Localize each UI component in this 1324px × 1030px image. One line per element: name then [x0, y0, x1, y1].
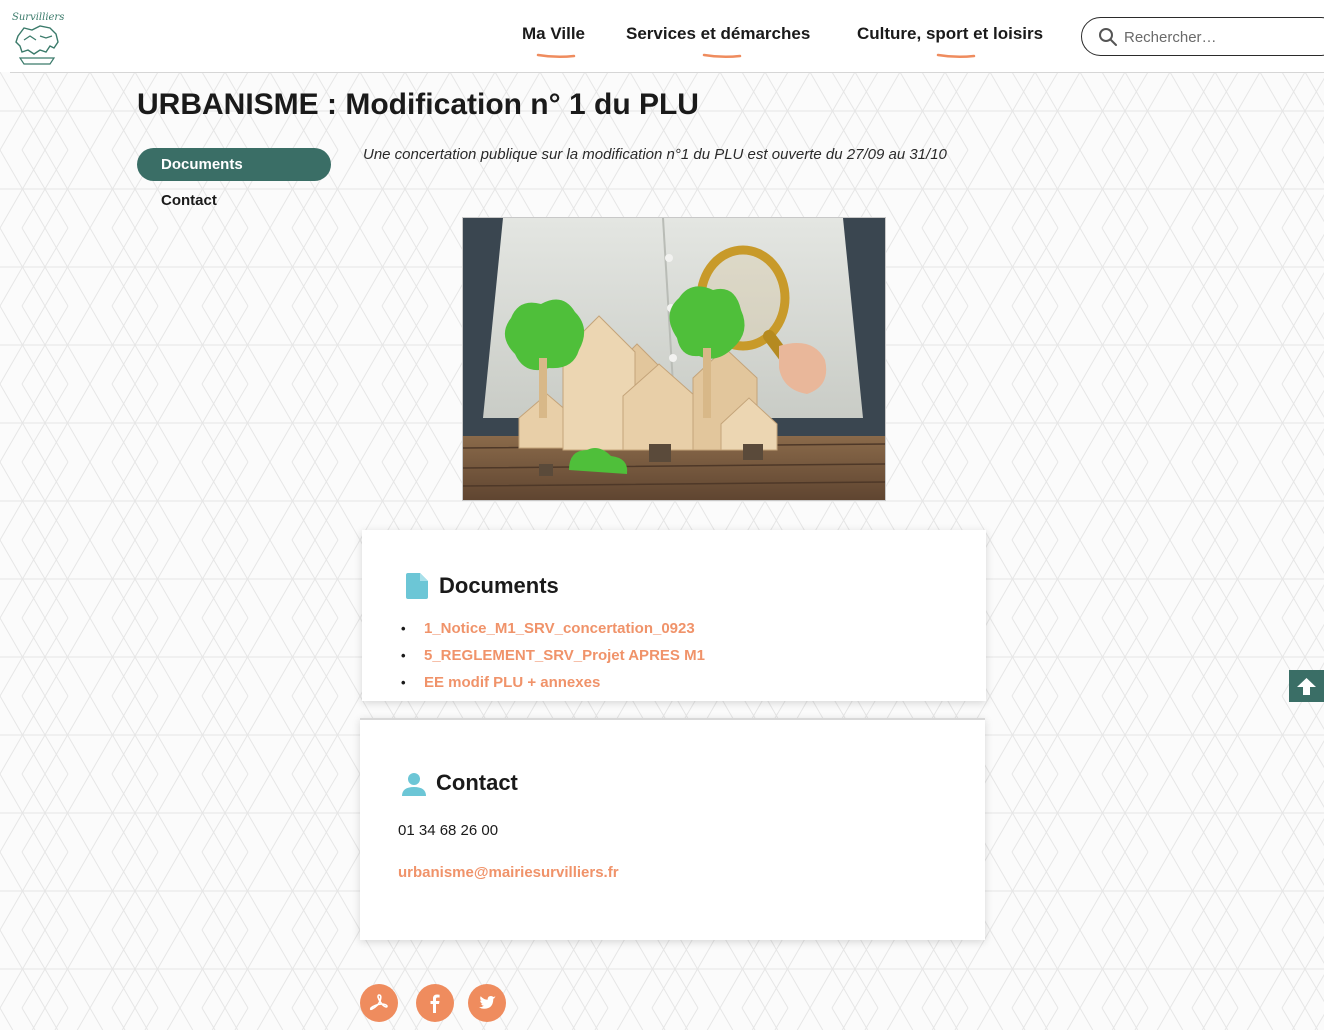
side-nav-label: Documents — [161, 156, 243, 173]
document-icon — [406, 573, 428, 599]
arrow-up-icon — [1297, 678, 1316, 695]
pdf-button[interactable] — [360, 984, 398, 1022]
documents-heading: Documents — [439, 573, 559, 598]
document-link[interactable]: EE modif PLU + annexes — [424, 674, 600, 691]
nav-ma-ville[interactable]: Ma Ville — [522, 24, 585, 44]
list-item: • EE modif PLU + annexes — [398, 673, 705, 700]
list-item: • 5_REGLEMENT_SRV_Projet APRES M1 — [398, 646, 705, 673]
side-nav-contact[interactable]: Contact — [161, 192, 217, 209]
houses-magnifier-illustration — [463, 218, 885, 500]
side-nav-documents[interactable]: Documents — [137, 148, 331, 181]
bullet-icon: • — [401, 621, 406, 636]
svg-text:Survilliers: Survilliers — [12, 12, 64, 23]
nav-culture-sport-loisirs[interactable]: Culture, sport et loisirs — [857, 24, 1043, 44]
search-input[interactable] — [1124, 26, 1314, 48]
person-icon — [402, 773, 426, 796]
facebook-button[interactable] — [416, 984, 454, 1022]
header-divider — [10, 72, 1324, 73]
scroll-to-top-button[interactable] — [1289, 670, 1324, 702]
list-item: • 1_Notice_M1_SRV_concertation_0923 — [398, 619, 705, 646]
nav-underline-decoration — [702, 53, 742, 59]
intro-text: Une concertation publique sur la modific… — [363, 146, 947, 163]
nav-services-demarches[interactable]: Services et démarches — [626, 24, 810, 44]
search-icon — [1099, 28, 1117, 46]
page-title: URBANISME : Modification n° 1 du PLU — [137, 88, 699, 121]
contact-heading: Contact — [436, 770, 518, 795]
pdf-icon — [369, 994, 388, 1011]
site-header: Survilliers Ma Ville Services et démarch… — [0, 0, 1324, 72]
contact-phone: 01 34 68 26 00 — [398, 822, 499, 839]
contact-card: Contact 01 34 68 26 00 urbanisme@mairies… — [360, 718, 985, 940]
facebook-icon — [430, 994, 440, 1013]
contact-email-link[interactable]: urbanisme@mairiesurvilliers.fr — [398, 864, 619, 881]
bullet-icon: • — [401, 675, 406, 690]
city-logo[interactable]: Survilliers — [10, 6, 64, 68]
bullet-icon: • — [401, 648, 406, 663]
hero-image — [462, 217, 886, 501]
twitter-icon — [478, 996, 496, 1009]
document-link[interactable]: 5_REGLEMENT_SRV_Projet APRES M1 — [424, 647, 705, 664]
nav-underline-decoration — [936, 53, 976, 59]
documents-card: Documents • 1_Notice_M1_SRV_concertation… — [362, 530, 986, 701]
nav-underline-decoration — [536, 53, 576, 59]
twitter-button[interactable] — [468, 984, 506, 1022]
search-box[interactable] — [1081, 17, 1324, 56]
boar-logo-icon: Survilliers — [12, 12, 64, 65]
document-link[interactable]: 1_Notice_M1_SRV_concertation_0923 — [424, 620, 695, 637]
documents-list: • 1_Notice_M1_SRV_concertation_0923 • 5_… — [398, 619, 705, 700]
